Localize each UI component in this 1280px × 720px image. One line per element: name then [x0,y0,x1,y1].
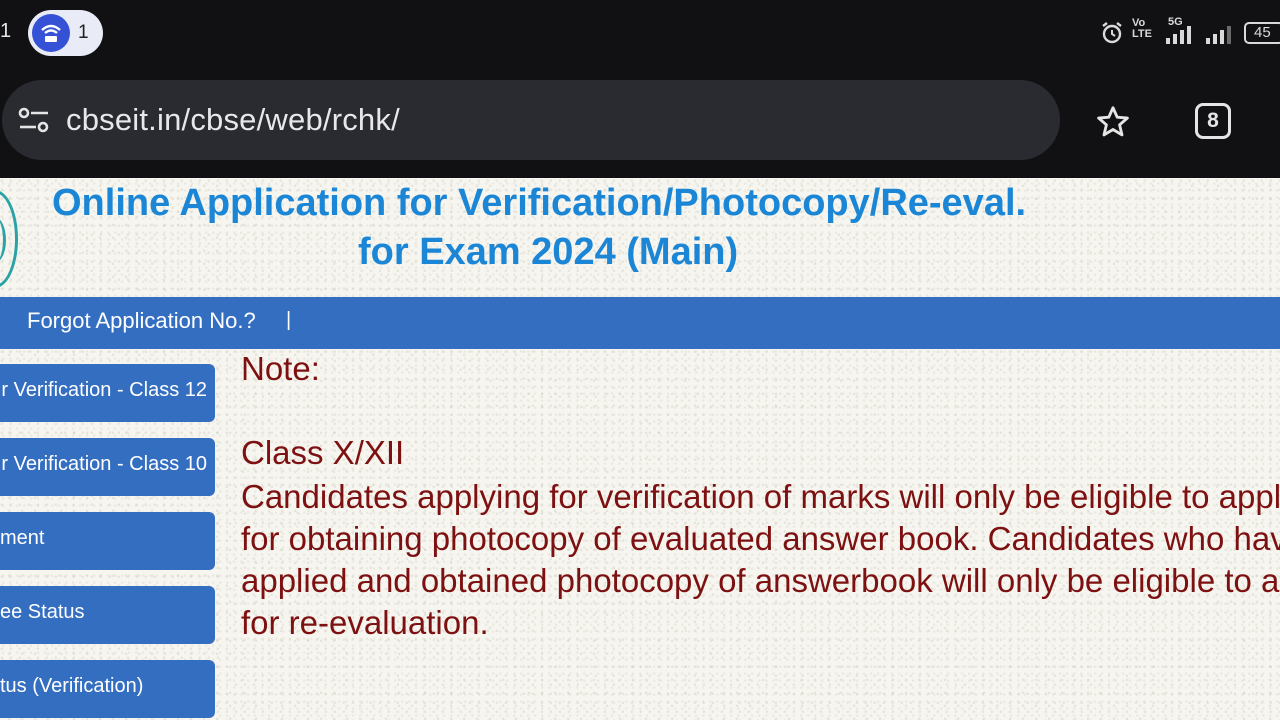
tab-switcher-button[interactable]: 8 [1195,103,1231,139]
sidebar-item-payment[interactable]: ment [0,512,215,570]
sidebar-item-label: r Verification - Class 12 [1,379,207,401]
status-bar: 1 1 Vo LTE 5G 45 [0,0,1280,66]
url-text[interactable]: cbseit.in/cbse/web/rchk/ [66,102,400,138]
notification-count: 1 [0,20,12,42]
sidebar-item-verification-class-12[interactable]: r Verification - Class 12 [0,364,215,422]
web-page: Online Application for Verification/Phot… [0,178,1280,720]
site-settings-icon[interactable] [18,106,50,134]
browser-toolbar: cbseit.in/cbse/web/rchk/ 8 [0,66,1280,176]
forgot-application-link[interactable]: Forgot Application No.? [27,308,256,334]
battery-level: 45 [1254,24,1271,41]
system-icons: Vo LTE 5G 45 [1090,16,1280,48]
battery-icon: 45 [1244,22,1280,44]
top-nav-bar: Forgot Application No.? | [0,297,1280,349]
class-label: Class X/XII [241,434,405,471]
alarm-icon [1102,22,1122,44]
hotspot-indicator[interactable]: 1 [28,10,103,56]
sidebar-item-status-verification[interactable]: tus (Verification) [0,660,215,718]
volte-label: Vo LTE [1132,17,1152,40]
cbse-logo [0,190,18,288]
page-title-line1: Online Application for Verification/Phot… [52,182,1027,224]
address-bar[interactable]: cbseit.in/cbse/web/rchk/ [2,80,1060,160]
note-heading: Note: [241,350,320,387]
bookmark-star-icon[interactable] [1094,104,1132,140]
signal-icon-2 [1206,26,1231,44]
note-paragraph: Candidates applying for verification of … [241,478,1280,641]
page-title-line2: for Exam 2024 (Main) [358,231,739,273]
hotspot-icon [32,14,70,52]
sidebar-item-label: r Verification - Class 10 [1,453,207,475]
sidebar-item-label: tus (Verification) [0,675,144,697]
sidebar-item-label: ment [0,527,45,549]
sidebar-item-verification-class-10[interactable]: r Verification - Class 10 [0,438,215,496]
signal-icon [1166,26,1191,44]
sidebar-item-fee-status[interactable]: ee Status [0,586,215,644]
hotspot-count: 1 [78,22,89,43]
sidebar-item-label: ee Status [0,601,85,623]
nav-separator: | [286,309,292,331]
